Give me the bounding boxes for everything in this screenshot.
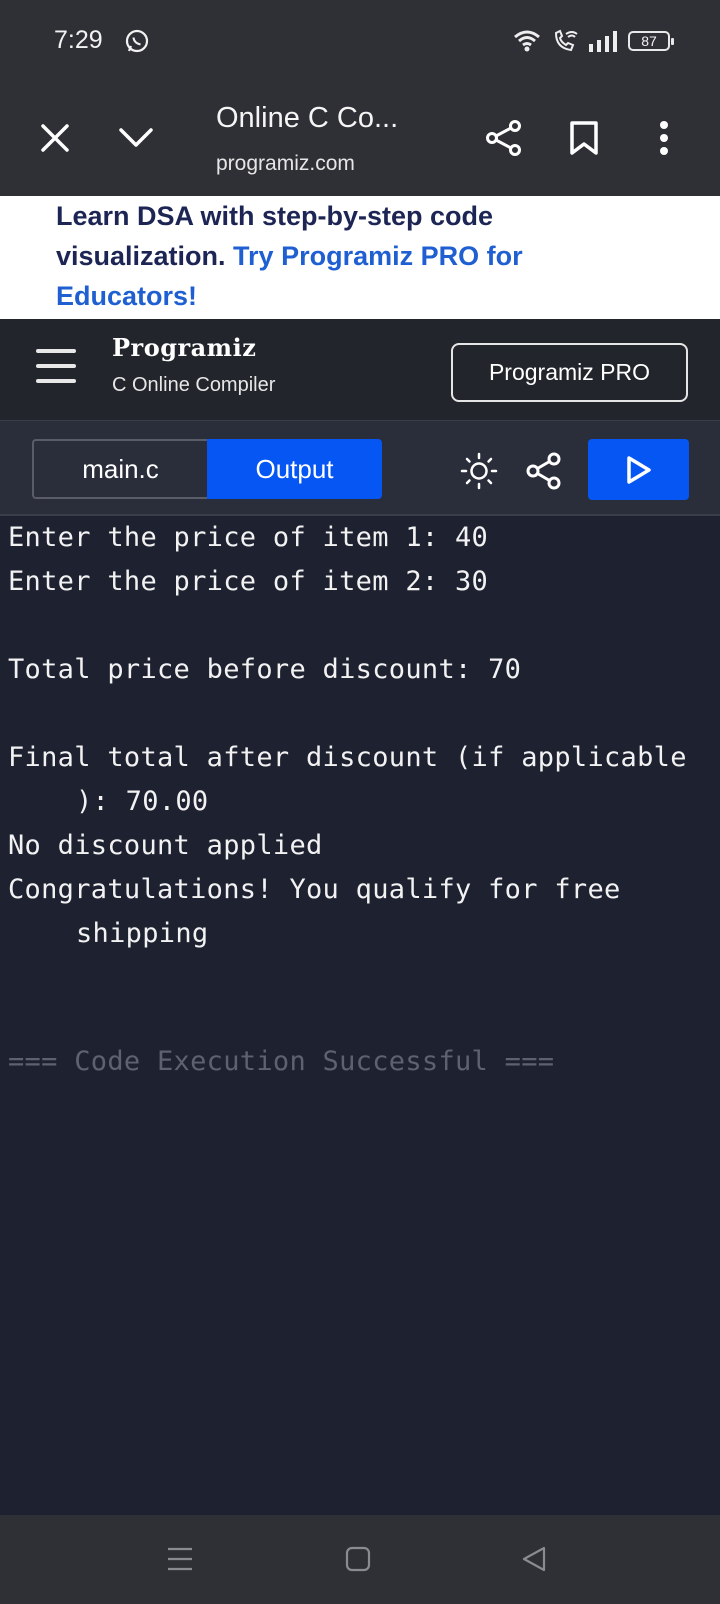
- output-line: Enter the price of item 1: 40: [8, 522, 489, 553]
- output-line-continued: shipping: [76, 918, 209, 949]
- programiz-logo[interactable]: Programiz: [112, 333, 256, 362]
- collapse-button[interactable]: [114, 116, 158, 160]
- output-line: Congratulations! You qualify for free: [8, 874, 621, 905]
- tab-main-c[interactable]: main.c: [32, 439, 207, 499]
- battery-indicator: 87: [628, 31, 674, 51]
- bookmark-button[interactable]: [562, 116, 606, 160]
- tab-output[interactable]: Output: [207, 439, 382, 499]
- output-line: Enter the price of item 2: 30: [8, 566, 489, 597]
- share-code-icon[interactable]: [524, 451, 564, 491]
- run-button[interactable]: [588, 439, 689, 500]
- chevron-down-icon: [119, 128, 153, 147]
- programiz-pro-button[interactable]: Programiz PRO: [451, 343, 688, 402]
- share-button[interactable]: [482, 116, 526, 160]
- whatsapp-icon: [125, 29, 149, 53]
- status-icons: 87: [512, 26, 674, 56]
- site-header: Programiz C Online Compiler Programiz PR…: [0, 319, 720, 421]
- status-bar: 7:29 87: [0, 0, 720, 84]
- editor-toolbar: main.c Output: [0, 421, 720, 516]
- menu-lines-icon: [168, 1547, 192, 1571]
- wifi-icon: [514, 30, 540, 52]
- promo-banner: Learn DSA with step-by-step code visuali…: [0, 196, 720, 319]
- execution-status: === Code Execution Successful ===: [8, 1046, 555, 1077]
- more-vertical-icon: [660, 121, 668, 155]
- promo-text: Learn DSA with step-by-step code visuali…: [56, 196, 616, 316]
- close-button[interactable]: [33, 116, 77, 160]
- output-line-continued: ): 70.00: [76, 786, 209, 817]
- hamburger-menu-icon[interactable]: [36, 349, 76, 383]
- wifi-call-icon: [554, 29, 578, 52]
- home-button[interactable]: [338, 1539, 378, 1579]
- signal-icon: [589, 31, 617, 52]
- browser-toolbar: Online C Co... programiz.com: [0, 84, 720, 196]
- close-icon: [41, 124, 69, 152]
- status-time: 7:29: [54, 26, 103, 54]
- more-menu-button[interactable]: [642, 116, 686, 160]
- home-square-icon: [345, 1546, 371, 1572]
- share-icon: [486, 120, 521, 156]
- page-domain: programiz.com: [216, 152, 355, 175]
- back-button[interactable]: [514, 1539, 554, 1579]
- output-line: No discount applied: [8, 830, 323, 861]
- output-line: Total price before discount: 70: [8, 654, 522, 685]
- compiler-subtitle: C Online Compiler: [112, 374, 276, 396]
- bookmark-icon: [570, 121, 598, 155]
- play-icon: [626, 455, 651, 484]
- recents-button[interactable]: [160, 1539, 200, 1579]
- theme-toggle-icon[interactable]: [459, 451, 499, 491]
- page-title: Online C Co...: [216, 102, 399, 134]
- system-nav-bar: [0, 1515, 720, 1604]
- output-console[interactable]: Enter the price of item 1: 40 Enter the …: [0, 516, 720, 1515]
- back-triangle-icon: [522, 1546, 546, 1572]
- output-line: Final total after discount (if applicabl…: [8, 742, 687, 773]
